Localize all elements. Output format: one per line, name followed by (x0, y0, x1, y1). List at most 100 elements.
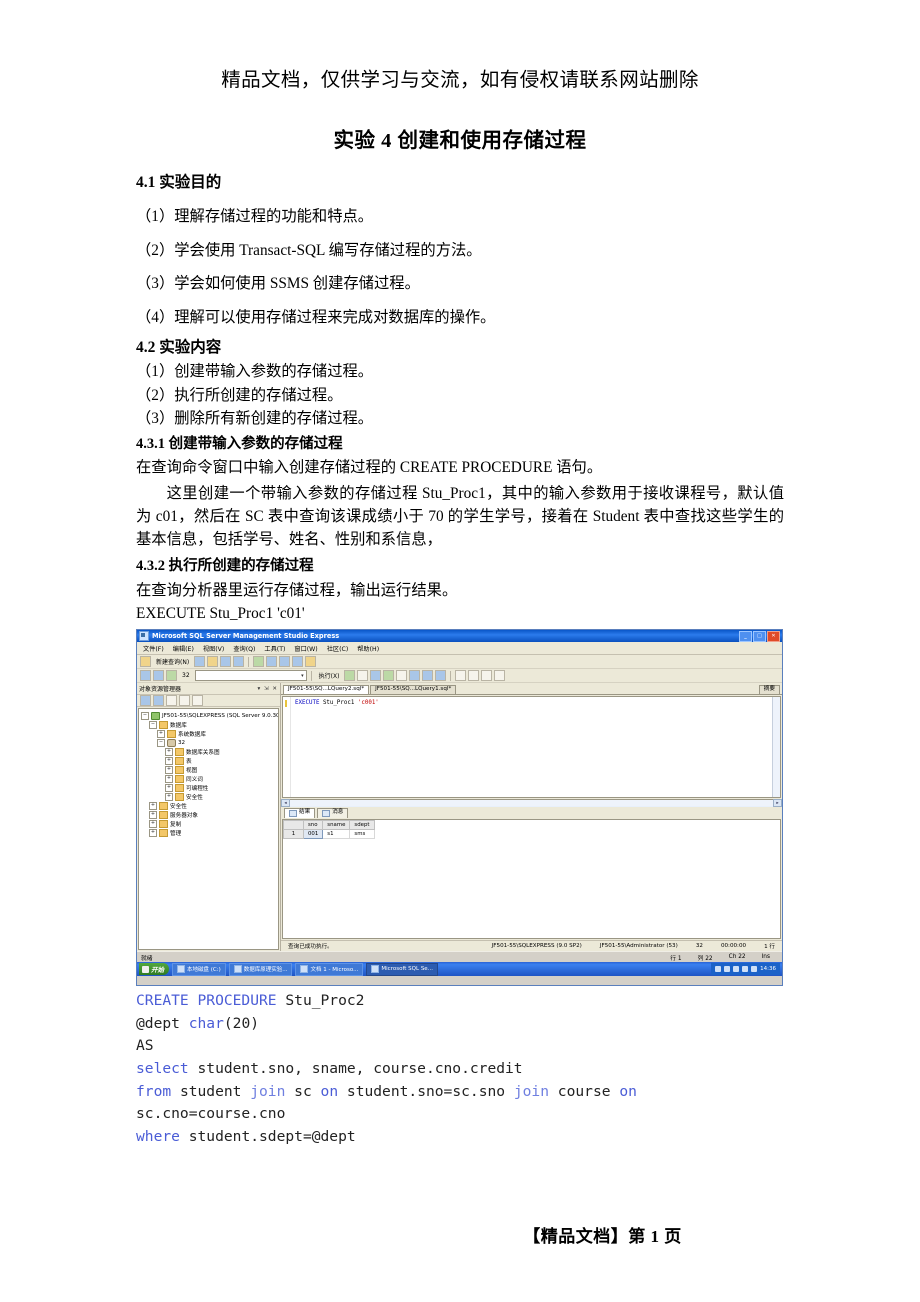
results-to-text-icon[interactable] (409, 670, 421, 682)
tree-node[interactable]: + 可编程性 (139, 783, 278, 792)
editor-tab-query2[interactable]: JF501-55\SQ...LQuery2.sql* (283, 685, 370, 695)
menu-item-view[interactable]: 视图(V) (203, 644, 224, 653)
expand-icon[interactable]: + (157, 729, 165, 738)
parse-icon[interactable] (344, 670, 356, 682)
tray-icon[interactable] (715, 966, 722, 973)
menu-item-community[interactable]: 社区(C) (327, 644, 349, 653)
scroll-track[interactable] (290, 800, 773, 807)
results-to-grid-icon[interactable] (422, 670, 434, 682)
expand-icon[interactable]: + (149, 810, 157, 819)
display-estimated-plan-icon[interactable] (370, 670, 382, 682)
tray-icon[interactable] (751, 966, 758, 973)
save-icon[interactable] (220, 656, 232, 668)
disconnect-oe-icon[interactable] (153, 695, 164, 707)
cell-sno[interactable]: 001 (302, 828, 324, 839)
tray-icon[interactable] (733, 966, 740, 973)
minimize-button[interactable]: _ (739, 630, 752, 642)
tree-node[interactable]: + 服务器对象 (139, 810, 278, 819)
disconnect-icon[interactable] (153, 670, 164, 682)
change-connection-icon[interactable] (166, 670, 177, 682)
filter-icon[interactable] (192, 695, 203, 707)
expand-icon[interactable]: + (165, 783, 173, 792)
execute-label[interactable]: 执行(X) (316, 671, 343, 680)
column-header-sname[interactable]: sname (322, 819, 351, 830)
tree-node[interactable]: + 数据库关系图 (139, 747, 278, 756)
expand-icon[interactable]: + (165, 756, 173, 765)
refresh-icon[interactable] (179, 695, 190, 707)
mdx-query-icon[interactable] (279, 656, 291, 668)
start-button[interactable]: 开始 (139, 963, 169, 976)
tree-node[interactable]: + 同义词 (139, 774, 278, 783)
include-actual-plan-icon[interactable] (383, 670, 395, 682)
results-grid[interactable]: sno sname sdept 1 001 s1 sms (282, 818, 781, 940)
comment-icon[interactable] (455, 670, 467, 682)
sql-editor[interactable]: EXECUTE Stu_Proc1 'c001' (282, 696, 781, 798)
expand-icon[interactable]: + (165, 774, 173, 783)
menu-item-file[interactable]: 文件(F) (143, 644, 164, 653)
tree-node[interactable]: − 32 (139, 738, 278, 747)
tree-node[interactable]: + 表 (139, 756, 278, 765)
xmla-query-icon[interactable] (305, 656, 317, 668)
taskbar-item-ssms[interactable]: Microsoft SQL Se... (366, 962, 438, 976)
taskbar-item-doc1[interactable]: 文档 1 - Microso... (295, 962, 364, 976)
stop-oe-icon[interactable] (166, 695, 177, 707)
cell-sdept[interactable]: sms (349, 828, 375, 839)
editor-tab-summary[interactable]: 摘要 (758, 685, 780, 695)
expand-icon[interactable]: + (165, 765, 173, 774)
connect-dropdown-icon[interactable] (140, 695, 151, 707)
save-all-icon[interactable] (233, 656, 245, 668)
editor-tab-query1[interactable]: JF501-55\SQ...LQuery1.sql* (370, 685, 457, 695)
column-header-sdept[interactable]: sdept (349, 819, 375, 830)
tree-node[interactable]: + 安全性 (139, 801, 278, 810)
outdent-icon[interactable] (494, 670, 506, 682)
open-file-icon[interactable] (194, 656, 206, 668)
tree-node[interactable]: + 管理 (139, 828, 278, 837)
tree-node[interactable]: + 视图 (139, 765, 278, 774)
expand-icon[interactable]: − (157, 738, 165, 747)
new-db-engine-query-icon[interactable] (253, 656, 265, 668)
expand-icon[interactable]: + (149, 801, 157, 810)
analysis-query-icon[interactable] (266, 656, 278, 668)
cell-sname[interactable]: s1 (322, 828, 351, 839)
maximize-button[interactable]: □ (753, 630, 766, 642)
close-button[interactable]: ✕ (767, 630, 780, 642)
menu-item-edit[interactable]: 编辑(E) (173, 644, 194, 653)
expand-icon[interactable]: + (165, 792, 173, 801)
stop-icon[interactable] (357, 670, 369, 682)
tree-node[interactable]: + 安全性 (139, 792, 278, 801)
panel-pin-close-icons[interactable]: ▾ ⇲ ✕ (258, 686, 280, 692)
taskbar-item-db-lab[interactable]: 数据库原理实验... (228, 962, 293, 976)
tree-node[interactable]: − JF501-55\SQLEXPRESS (SQL Server 9.0.30… (139, 711, 278, 720)
new-query-label[interactable]: 新建查询(N) (153, 657, 192, 666)
tray-icon[interactable] (742, 966, 749, 973)
taskbar-item-local-disk[interactable]: 本地磁盘 (C:) (172, 962, 226, 976)
expand-icon[interactable]: + (149, 828, 157, 837)
connect-icon[interactable] (140, 670, 151, 682)
database-select[interactable]: ▾ (194, 670, 307, 682)
table-row[interactable]: 1 001 s1 sms (283, 828, 375, 839)
expand-icon[interactable]: − (141, 711, 149, 720)
results-to-file-icon[interactable] (435, 670, 447, 682)
editor-vertical-scrollbar[interactable] (772, 697, 780, 797)
dmx-query-icon[interactable] (292, 656, 304, 668)
expand-icon[interactable]: + (165, 747, 173, 756)
column-header-sno[interactable]: sno (302, 819, 324, 830)
tab-results[interactable]: 结果 (284, 807, 316, 818)
tree-node[interactable]: + 系统数据库 (139, 729, 278, 738)
include-client-stats-icon[interactable] (396, 670, 408, 682)
menu-item-query[interactable]: 查询(Q) (233, 644, 255, 653)
expand-icon[interactable]: − (149, 720, 157, 729)
object-explorer-tree[interactable]: − JF501-55\SQLEXPRESS (SQL Server 9.0.30… (138, 708, 279, 951)
menu-item-window[interactable]: 窗口(W) (294, 644, 317, 653)
tray-icon[interactable] (724, 966, 731, 973)
editor-horizontal-scrollbar[interactable]: ◂ ▸ (281, 798, 782, 808)
tab-messages[interactable]: 消息 (317, 807, 349, 818)
tree-node[interactable]: + 复制 (139, 819, 278, 828)
indent-icon[interactable] (481, 670, 493, 682)
new-query-icon[interactable] (140, 656, 151, 668)
expand-icon[interactable]: + (149, 819, 157, 828)
uncomment-icon[interactable] (468, 670, 480, 682)
menu-item-tools[interactable]: 工具(T) (264, 644, 285, 653)
menu-item-help[interactable]: 帮助(H) (357, 644, 379, 653)
tree-node[interactable]: − 数据库 (139, 720, 278, 729)
